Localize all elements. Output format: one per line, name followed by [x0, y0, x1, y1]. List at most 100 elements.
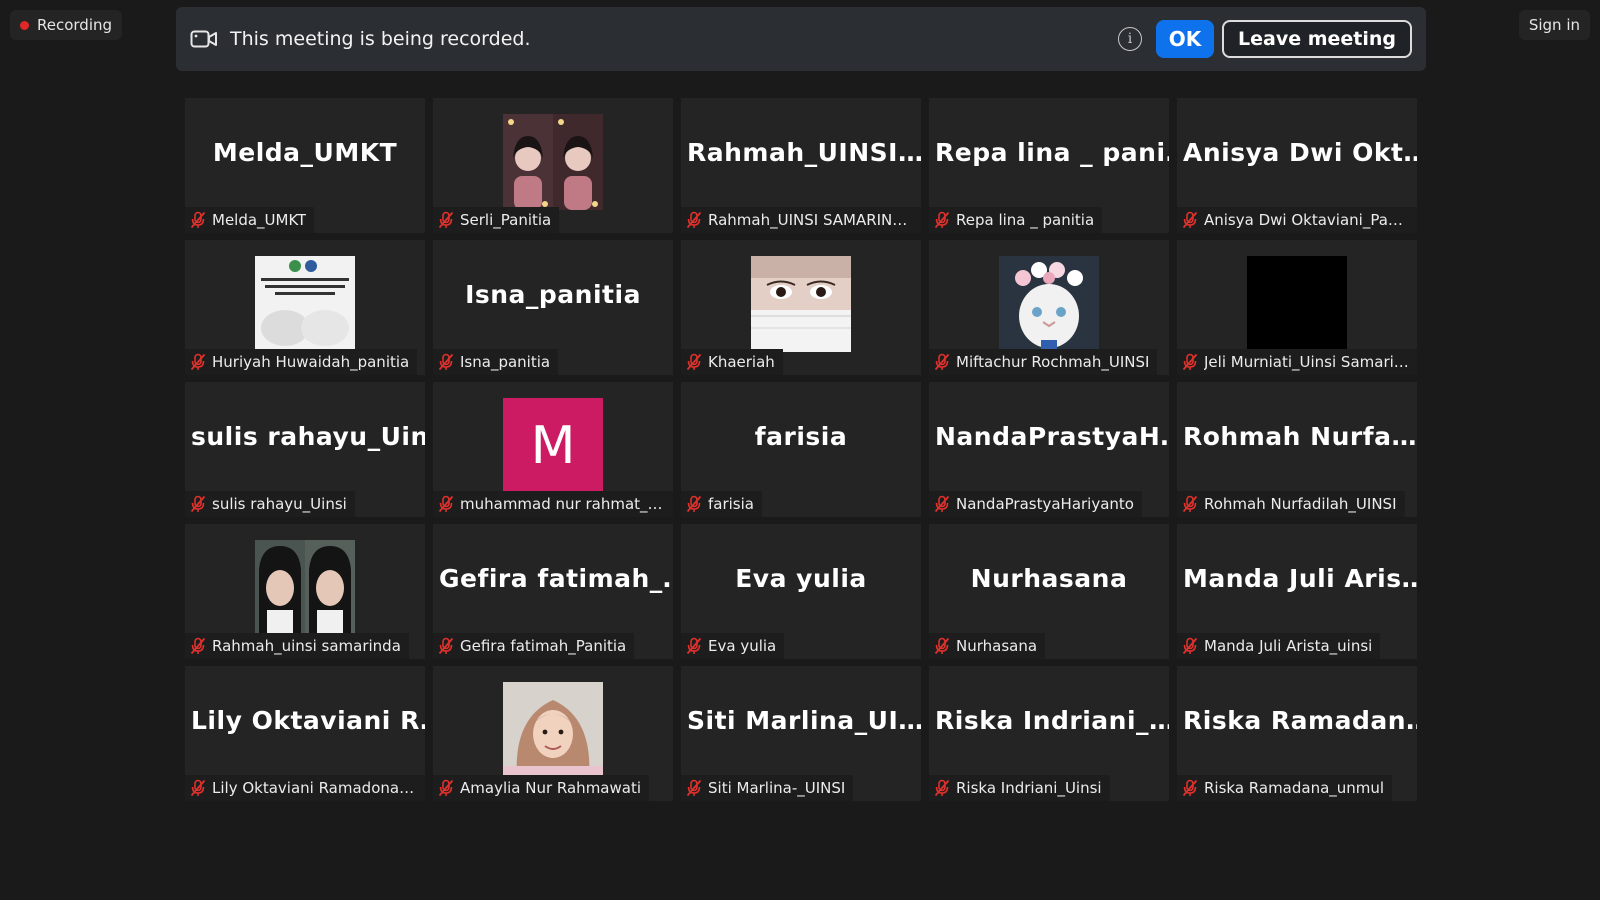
participant-display-name: Repa lina _ pani… — [935, 138, 1169, 167]
participant-tile[interactable]: Miftachur Rochmah_UINSI — [929, 240, 1169, 375]
participant-display-name: NandaPrastyaH… — [935, 422, 1169, 451]
participant-display-name: Lily Oktaviani R… — [191, 706, 425, 735]
participant-name: Rahmah_UINSI SAMARINDA — [708, 211, 913, 229]
participant-display-name: Nurhasana — [970, 564, 1128, 593]
participant-tile[interactable]: Eva yulia Eva yulia — [681, 524, 921, 659]
participant-name: Siti Marlina-_UINSI — [708, 779, 846, 797]
participant-nametag: Anisya Dwi Oktaviani_Panitia — [1177, 207, 1417, 233]
participant-tile[interactable]: Repa lina _ pani… Repa lina _ panitia — [929, 98, 1169, 233]
participant-name: Lily Oktaviani Ramadona_UI... — [212, 779, 417, 797]
participant-avatar — [503, 682, 603, 778]
participant-display-name: Manda Juli Aris… — [1183, 564, 1417, 593]
participant-gallery: Melda_UMKT Melda_UMKT Serli_Panitia Rahmah_… — [185, 98, 1417, 801]
microphone-muted-icon — [934, 779, 950, 797]
participant-name: Nurhasana — [956, 637, 1038, 655]
microphone-muted-icon — [438, 779, 454, 797]
participant-tile[interactable]: Anisya Dwi Okt… Anisya Dwi Oktaviani_Pani… — [1177, 98, 1417, 233]
recording-message: This meeting is being recorded. — [230, 28, 531, 50]
leave-meeting-button[interactable]: Leave meeting — [1222, 20, 1412, 58]
participant-tile[interactable]: Lily Oktaviani R… Lily Oktaviani Ramadona… — [185, 666, 425, 801]
microphone-muted-icon — [686, 353, 702, 371]
participant-display-name: farisia — [754, 422, 848, 451]
participant-tile[interactable]: Isna_panitia Isna_panitia — [433, 240, 673, 375]
participant-tile[interactable]: Nurhasana Nurhasana — [929, 524, 1169, 659]
participant-tile[interactable]: Melda_UMKT Melda_UMKT — [185, 98, 425, 233]
microphone-muted-icon — [686, 637, 702, 655]
meeting-window: Recording Sign in This meeting is being … — [0, 0, 1600, 900]
participant-name: Huriyah Huwaidah_panitia — [212, 353, 410, 371]
participant-name: Jeli Murniati_Uinsi Samarinda — [1204, 353, 1409, 371]
participant-name: Eva yulia — [708, 637, 777, 655]
info-icon[interactable]: i — [1118, 27, 1142, 51]
participant-nametag: Melda_UMKT — [185, 207, 315, 233]
participant-nametag: Huriyah Huwaidah_panitia — [185, 349, 418, 375]
microphone-muted-icon — [934, 495, 950, 513]
participant-name: Riska Indriani_Uinsi — [956, 779, 1102, 797]
microphone-muted-icon — [190, 353, 206, 371]
participant-tile[interactable]: Serli_Panitia — [433, 98, 673, 233]
participant-tile[interactable]: Huriyah Huwaidah_panitia — [185, 240, 425, 375]
participant-nametag: Jeli Murniati_Uinsi Samarinda — [1177, 349, 1417, 375]
participant-display-name: Rahmah_UINSI… — [687, 138, 921, 167]
participant-nametag: muhammad nur rahmat_uinsi — [433, 491, 673, 517]
participant-tile[interactable]: farisia farisia — [681, 382, 921, 517]
participant-display-name: Anisya Dwi Okt… — [1183, 138, 1417, 167]
participant-avatar — [255, 540, 355, 636]
participant-tile[interactable]: Riska Ramadan… Riska Ramadana_unmul — [1177, 666, 1417, 801]
participant-nametag: Eva yulia — [681, 633, 785, 659]
letter-avatar: M — [503, 398, 603, 494]
participant-tile[interactable]: Khaeriah — [681, 240, 921, 375]
participant-tile[interactable]: Riska Indriani_… Riska Indriani_Uinsi — [929, 666, 1169, 801]
participant-nametag: Miftachur Rochmah_UINSI — [929, 349, 1158, 375]
participant-tile[interactable]: Jeli Murniati_Uinsi Samarinda — [1177, 240, 1417, 375]
participant-tile[interactable]: Siti Marlina_UI… Siti Marlina-_UINSI — [681, 666, 921, 801]
participant-display-name: sulis rahayu_Uinsi — [191, 422, 425, 451]
participant-nametag: Rahmah_uinsi samarinda — [185, 633, 409, 659]
participant-display-name: Riska Indriani_… — [935, 706, 1169, 735]
microphone-muted-icon — [934, 211, 950, 229]
participant-tile[interactable]: Manda Juli Aris… Manda Juli Arista_uinsi — [1177, 524, 1417, 659]
participant-display-name: Riska Ramadan… — [1183, 706, 1417, 735]
participant-tile[interactable]: Amaylia Nur Rahmawati — [433, 666, 673, 801]
recording-dot-icon — [20, 20, 29, 30]
participant-nametag: Nurhasana — [929, 633, 1046, 659]
participant-name: Rohmah Nurfadilah_UINSI — [1204, 495, 1397, 513]
microphone-muted-icon — [686, 779, 702, 797]
microphone-muted-icon — [1182, 353, 1198, 371]
microphone-muted-icon — [1182, 495, 1198, 513]
participant-nametag: Rohmah Nurfadilah_UINSI — [1177, 491, 1405, 517]
participant-name: Khaeriah — [708, 353, 775, 371]
participant-nametag: Riska Indriani_Uinsi — [929, 775, 1110, 801]
participant-nametag: Lily Oktaviani Ramadona_UI... — [185, 775, 425, 801]
sign-in-label: Sign in — [1528, 16, 1580, 34]
participant-name: farisia — [708, 495, 754, 513]
participant-display-name: Siti Marlina_UI… — [687, 706, 921, 735]
participant-name: sulis rahayu_Uinsi — [212, 495, 347, 513]
microphone-muted-icon — [934, 353, 950, 371]
participant-tile[interactable]: Gefira fatimah_… Gefira fatimah_Panitia — [433, 524, 673, 659]
participant-tile[interactable]: Mmuhammad nur rahmat_uinsi — [433, 382, 673, 517]
participant-name: Manda Juli Arista_uinsi — [1204, 637, 1373, 655]
participant-tile[interactable]: Rohmah Nurfa… Rohmah Nurfadilah_UINSI — [1177, 382, 1417, 517]
participant-nametag: Manda Juli Arista_uinsi — [1177, 633, 1381, 659]
participant-display-name: Melda_UMKT — [212, 138, 398, 167]
participant-nametag: Amaylia Nur Rahmawati — [433, 775, 650, 801]
recording-indicator[interactable]: Recording — [10, 10, 123, 40]
microphone-muted-icon — [686, 211, 702, 229]
recording-label: Recording — [37, 16, 113, 34]
microphone-muted-icon — [1182, 779, 1198, 797]
microphone-muted-icon — [190, 495, 206, 513]
ok-button[interactable]: OK — [1156, 20, 1214, 58]
participant-nametag: Khaeriah — [681, 349, 783, 375]
participant-tile[interactable]: NandaPrastyaH… NandaPrastyaHariyanto — [929, 382, 1169, 517]
video-camera-icon — [190, 30, 217, 48]
microphone-muted-icon — [934, 637, 950, 655]
participant-tile[interactable]: Rahmah_UINSI… Rahmah_UINSI SAMARINDA — [681, 98, 921, 233]
participant-avatar — [503, 114, 603, 210]
microphone-muted-icon — [1182, 637, 1198, 655]
participant-tile[interactable]: Rahmah_uinsi samarinda — [185, 524, 425, 659]
participant-name: Miftachur Rochmah_UINSI — [956, 353, 1150, 371]
participant-name: Serli_Panitia — [460, 211, 552, 229]
participant-tile[interactable]: sulis rahayu_Uinsisulis rahayu_Uinsi — [185, 382, 425, 517]
sign-in-button[interactable]: Sign in — [1518, 10, 1590, 40]
